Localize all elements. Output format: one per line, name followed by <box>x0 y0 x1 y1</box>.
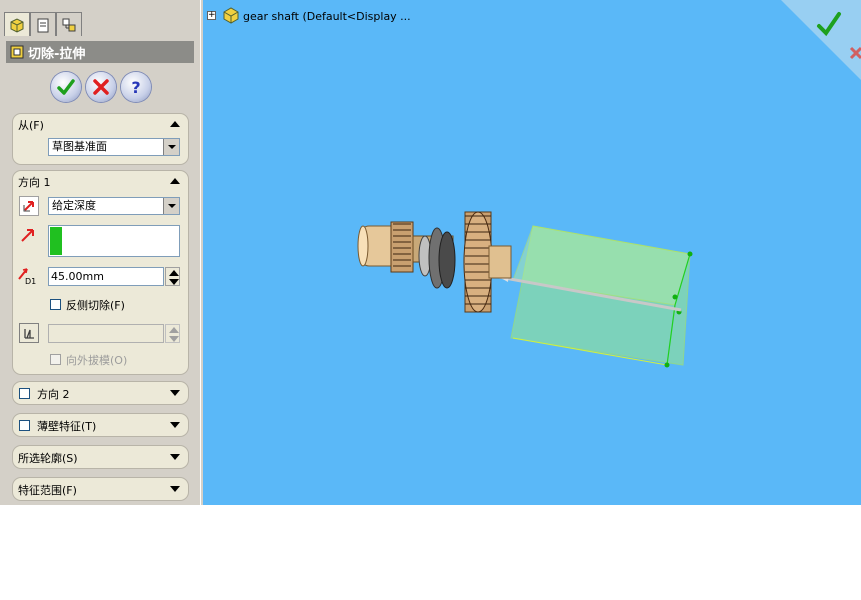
feature-title-bar: 切除-拉伸 <box>6 41 194 63</box>
draft-angle-input[interactable] <box>48 324 164 343</box>
direction1-header: 方向 1 <box>18 176 51 189</box>
svg-text:?: ? <box>131 78 140 97</box>
checkmark-icon <box>57 79 75 95</box>
from-group: 从(F) 草图基准面 <box>12 113 189 165</box>
reverse-direction-icon <box>23 201 34 212</box>
spin-down-icon[interactable] <box>169 279 179 285</box>
from-select[interactable]: 草图基准面 <box>48 138 180 156</box>
depth-input[interactable]: 45.00mm <box>48 267 164 286</box>
svg-text:D1: D1 <box>25 277 36 285</box>
draft-angle-spinner[interactable] <box>165 324 180 343</box>
property-manager-icon <box>37 18 49 32</box>
draft-outward-checkbox[interactable] <box>50 354 61 365</box>
property-manager-tab[interactable] <box>30 12 56 36</box>
expand-icon[interactable] <box>170 486 180 492</box>
ok-button[interactable] <box>51 72 81 102</box>
feature-title: 切除-拉伸 <box>28 46 86 62</box>
help-button[interactable]: ? <box>121 72 151 102</box>
gear-shaft-model <box>357 211 512 313</box>
graphics-viewport[interactable]: + gear shaft (Default<Display ... <box>203 0 861 505</box>
flip-side-checkbox[interactable] <box>50 299 61 310</box>
reverse-direction-button[interactable] <box>19 196 39 216</box>
help-icon: ? <box>131 78 140 97</box>
chevron-down-icon <box>163 139 179 155</box>
selected-contours-header: 所选轮廓(S) <box>18 452 78 465</box>
selection-color-bar <box>50 227 62 255</box>
direction2-group[interactable]: 方向 2 <box>12 381 189 405</box>
model-canvas <box>357 211 693 368</box>
from-value: 草图基准面 <box>52 140 107 153</box>
configuration-manager-tab[interactable] <box>56 12 82 36</box>
feature-tree-icon <box>10 17 24 33</box>
chevron-down-icon <box>163 198 179 214</box>
draft-toggle-button[interactable] <box>19 323 39 343</box>
draft-outward-label: 向外拔模(O) <box>66 354 128 367</box>
direction2-header: 方向 2 <box>37 388 70 401</box>
flip-side-label: 反侧切除(F) <box>66 299 125 312</box>
thin-feature-checkbox[interactable] <box>19 420 30 431</box>
configuration-icon <box>62 18 76 31</box>
feature-scope-header: 特征范围(F) <box>18 484 77 497</box>
depth-value: 45.00mm <box>51 270 104 283</box>
direction1-group: 方向 1 给定深度 D1 45.00mm 反侧切除(F) 向外拔模(O) <box>12 170 189 375</box>
depth-icon: D1 <box>17 265 39 286</box>
depth-spinner[interactable] <box>165 267 180 286</box>
end-condition-select[interactable]: 给定深度 <box>48 197 180 215</box>
extrude-preview <box>498 225 693 368</box>
direction-reference-field[interactable] <box>48 225 180 257</box>
feature-scope-group[interactable]: 特征范围(F) <box>12 477 189 501</box>
collapse-icon[interactable] <box>170 178 180 184</box>
expand-icon[interactable] <box>170 454 180 460</box>
cut-extrude-icon <box>10 45 24 59</box>
from-header: 从(F) <box>18 119 44 132</box>
expand-icon[interactable] <box>170 390 180 396</box>
selected-contours-group[interactable]: 所选轮廓(S) <box>12 445 189 469</box>
cancel-button[interactable] <box>86 72 116 102</box>
end-condition-value: 给定深度 <box>52 199 96 212</box>
feature-manager-tab[interactable] <box>4 12 30 36</box>
spin-up-icon[interactable] <box>169 327 179 333</box>
collapse-icon[interactable] <box>170 121 180 127</box>
expand-icon[interactable] <box>170 422 180 428</box>
thin-feature-group[interactable]: 薄壁特征(T) <box>12 413 189 437</box>
spin-up-icon[interactable] <box>169 270 179 276</box>
draft-icon <box>24 329 34 339</box>
direction-arrow-icon <box>21 229 34 242</box>
close-icon <box>93 79 109 95</box>
direction2-checkbox[interactable] <box>19 388 30 399</box>
thin-feature-header: 薄壁特征(T) <box>37 420 97 433</box>
spin-down-icon[interactable] <box>169 336 179 342</box>
property-manager: 切除-拉伸 ? 从(F) 草图基准面 方向 1 给定深度 D1 45.00mm … <box>0 0 200 505</box>
